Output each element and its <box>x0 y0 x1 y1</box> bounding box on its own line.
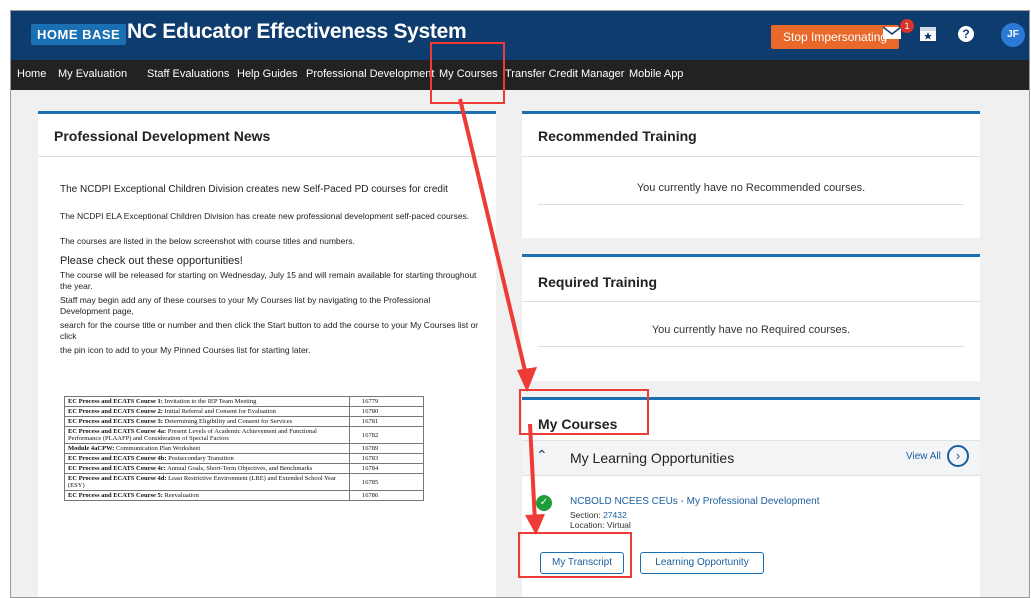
annotation-arrows <box>458 98 545 535</box>
arrow-line-2 <box>528 423 537 523</box>
arrow-head-1 <box>517 367 537 392</box>
arrow-head-2 <box>525 514 545 535</box>
app-window: HOME BASE NC Educator Effectiveness Syst… <box>10 10 1030 598</box>
arrow-line-1 <box>458 98 529 380</box>
